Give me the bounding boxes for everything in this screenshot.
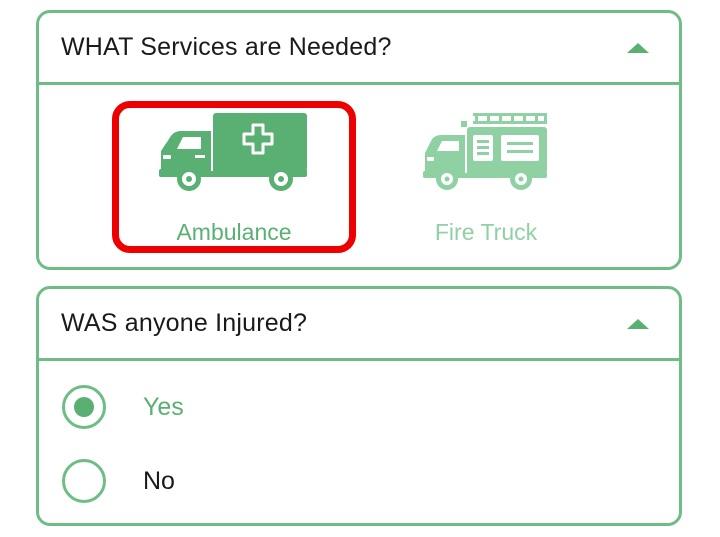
- radio-button-no[interactable]: [62, 459, 106, 503]
- fire-truck-icon: [423, 111, 549, 196]
- injured-title: WAS anyone Injured?: [61, 309, 308, 337]
- services-title: WHAT Services are Needed?: [61, 33, 392, 61]
- services-header[interactable]: WHAT Services are Needed?: [39, 13, 679, 85]
- caret-up-icon[interactable]: [627, 319, 649, 329]
- injured-card: WAS anyone Injured? Yes No: [36, 286, 682, 526]
- radio-button-yes[interactable]: [62, 385, 106, 429]
- ambulance-label: Ambulance: [176, 219, 292, 245]
- radio-label-yes: Yes: [143, 393, 184, 421]
- ambulance-option[interactable]: Ambulance: [112, 101, 356, 253]
- services-card: WHAT Services are Needed? Ambulance Fire…: [36, 10, 682, 270]
- fire-truck-label: Fire Truck: [434, 219, 538, 245]
- fire-truck-option[interactable]: Fire Truck: [364, 101, 608, 253]
- radio-option-no[interactable]: No: [39, 447, 679, 517]
- radio-selected-dot: [74, 397, 94, 417]
- ambulance-icon: [159, 111, 309, 196]
- caret-up-icon[interactable]: [627, 43, 649, 53]
- injured-header[interactable]: WAS anyone Injured?: [39, 289, 679, 361]
- radio-label-no: No: [143, 467, 175, 495]
- radio-option-yes[interactable]: Yes: [39, 373, 679, 443]
